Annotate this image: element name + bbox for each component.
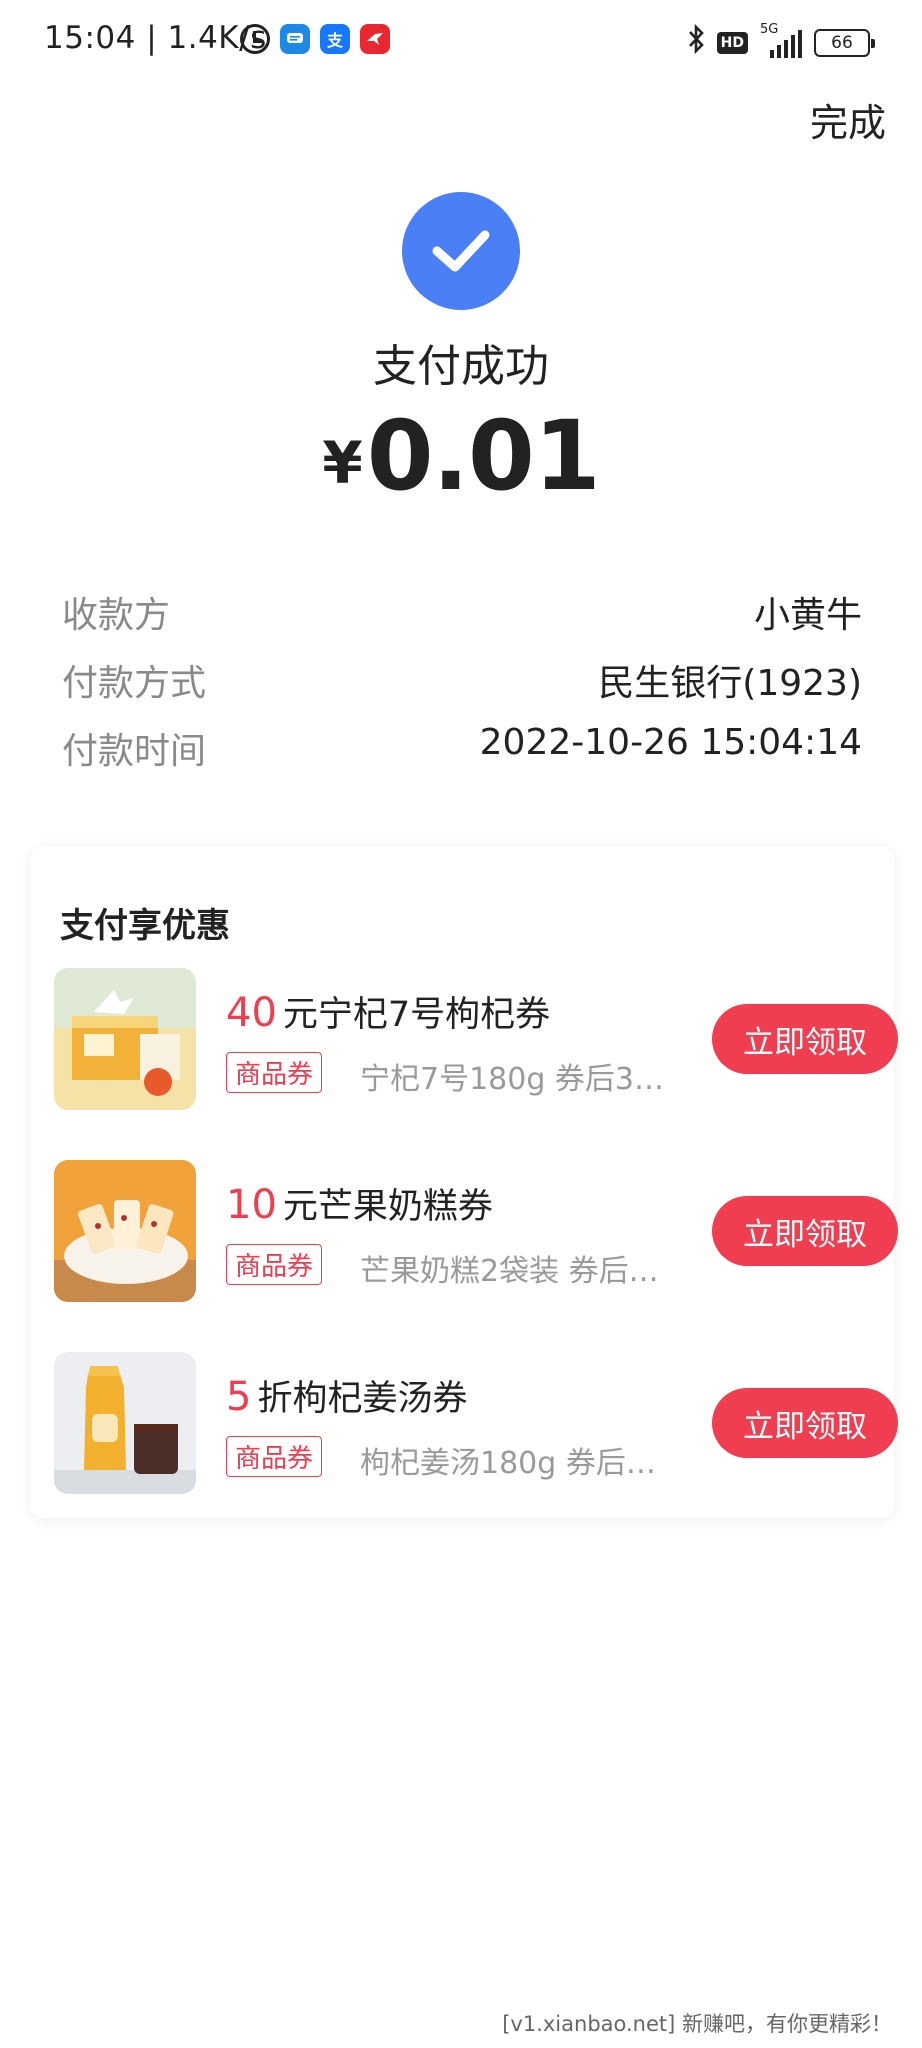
coupon-name: 5 折枸杞姜汤券: [226, 1370, 467, 1421]
network-type: 5G: [760, 21, 779, 37]
payment-amount: ¥0.01: [0, 400, 922, 512]
payment-time-label: 付款时间: [62, 731, 207, 772]
coupon-desc: 芒果奶糕2袋装 券后19.9元: [360, 1254, 672, 1289]
coupon-title: 元宁杞7号枸杞券: [282, 995, 551, 1035]
bluetooth-icon: [687, 23, 705, 61]
payment-time-value: 2022-10-26 15:04:14: [479, 722, 862, 763]
payee-label: 收款方: [62, 595, 171, 636]
coupon-title: 元芒果奶糕券: [282, 1187, 493, 1227]
amount-value: 0.01: [366, 400, 601, 512]
watermark-text: [v1.xianbao.net] 新赚吧，有你更精彩！: [502, 2012, 892, 2036]
bird-app-icon: [360, 24, 390, 54]
battery-icon: 66: [814, 28, 875, 57]
done-button[interactable]: 完成: [810, 92, 886, 147]
promo-title: 支付享优惠: [60, 906, 230, 946]
alarm-icon: [240, 24, 270, 54]
coupon-tag: 商品券: [226, 1052, 323, 1093]
payment-method-row: 付款方式 民生银行(1923): [62, 654, 862, 714]
promo-card: 支付享优惠 40元宁杞7号枸杞券 商品券 宁杞7号180g 券后39.9元 立即…: [30, 846, 898, 1518]
status-indicators: HD 5G 66: [687, 22, 875, 61]
alipay-icon: 支: [320, 24, 350, 54]
payee-row: 收款方 小黄牛: [62, 586, 862, 646]
claim-button[interactable]: 立即领取: [712, 1004, 898, 1074]
coupon-title: 折枸杞姜汤券: [257, 1379, 468, 1419]
payment-method-label: 付款方式: [62, 663, 207, 704]
coupon-item: 10元芒果奶糕券 商品券 芒果奶糕2袋装 券后19.9元 立即领取: [54, 1160, 898, 1306]
status-time: 15:04 | 1.4K/s: [44, 20, 267, 56]
claim-button[interactable]: 立即领取: [712, 1388, 898, 1458]
payee-value: 小黄牛: [753, 595, 862, 636]
goji-product-image: [54, 968, 196, 1110]
currency-symbol: ¥: [322, 429, 363, 497]
battery-level: 66: [831, 32, 853, 53]
coupon-item: 5折枸杞姜汤券 商品券 枸杞姜汤180g 券后29.9元 立即领取: [54, 1352, 898, 1498]
claim-button[interactable]: 立即领取: [712, 1196, 898, 1266]
coupon-desc: 枸杞姜汤180g 券后29.9元: [360, 1446, 672, 1481]
coupon-number: 10: [226, 1182, 277, 1228]
signal-icon: 5G: [760, 22, 802, 60]
hd-badge: HD: [716, 31, 748, 54]
coupon-number: 5: [226, 1374, 252, 1420]
mango-cake-product-image: [54, 1160, 196, 1302]
success-check-icon: [402, 192, 520, 310]
message-app-icon: [280, 24, 310, 54]
payment-method-value: 民生银行(1923): [598, 663, 862, 704]
ginger-soup-product-image: [54, 1352, 196, 1494]
coupon-number: 40: [226, 990, 277, 1036]
coupon-item: 40元宁杞7号枸杞券 商品券 宁杞7号180g 券后39.9元 立即领取: [54, 968, 898, 1114]
coupon-name: 10 元芒果奶糕券: [226, 1178, 493, 1229]
coupon-tag: 商品券: [226, 1244, 323, 1285]
status-bar: 15:04 | 1.4K/s 支 HD 5G 66: [0, 0, 922, 84]
coupon-desc: 宁杞7号180g 券后39.9元: [360, 1062, 672, 1097]
coupon-name: 40 元宁杞7号枸杞券: [226, 986, 550, 1037]
payment-success-title: 支付成功: [373, 341, 549, 392]
coupon-tag: 商品券: [226, 1436, 323, 1477]
payment-time-row: 付款时间 2022-10-26 15:04:14: [62, 722, 862, 782]
status-app-icons: 支: [240, 24, 390, 54]
